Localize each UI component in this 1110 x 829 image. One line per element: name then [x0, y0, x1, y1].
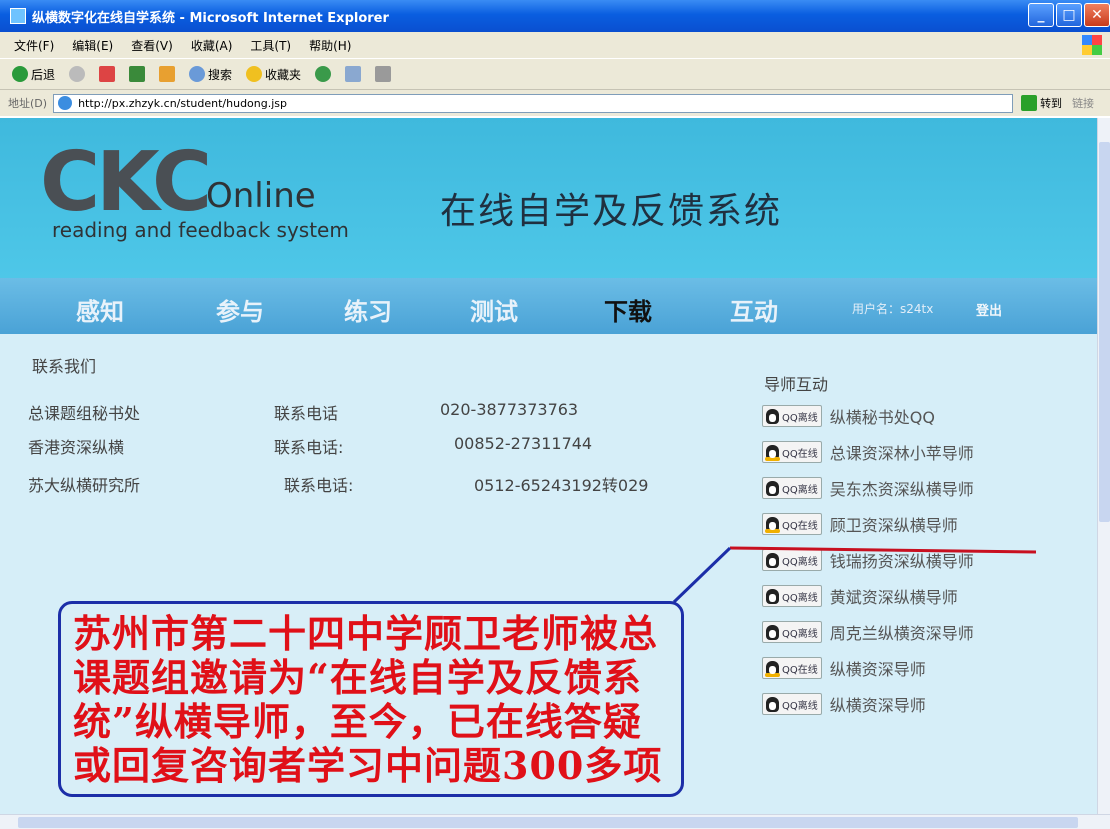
- mail-icon: [345, 66, 362, 82]
- refresh-button[interactable]: [129, 66, 146, 82]
- go-label: 转到: [1040, 97, 1063, 110]
- favorites-label: 收藏夹: [265, 67, 302, 82]
- go-button[interactable]: 转到: [1021, 95, 1062, 111]
- vertical-scroll-thumb[interactable]: [1099, 142, 1110, 522]
- callout-line: 统”纵横导师，至今，已在线答疑: [73, 699, 642, 744]
- home-button[interactable]: [159, 66, 176, 82]
- print-icon: [375, 66, 392, 82]
- back-button[interactable]: 后退: [12, 66, 55, 83]
- forward-arrow-icon: [69, 66, 86, 82]
- ie-app-icon: [10, 8, 26, 24]
- web-page: CKC Online reading and feedback system 在…: [0, 118, 1097, 814]
- callout-line: 课题组邀请为“在线自学及反馈系: [73, 655, 642, 700]
- page-icon: [58, 96, 73, 110]
- media-icon: [315, 66, 332, 82]
- callout-line: 或回复咨询者学习中问题300多项: [73, 743, 663, 788]
- star-icon: [246, 66, 263, 82]
- vertical-scrollbar[interactable]: [1097, 118, 1110, 814]
- address-label: 地址(D): [8, 97, 48, 110]
- tutor-underline: [729, 546, 1037, 554]
- search-button[interactable]: 搜索: [189, 66, 232, 83]
- search-icon: [189, 66, 206, 82]
- favorites-button[interactable]: 收藏夹: [246, 66, 301, 83]
- stop-icon: [99, 66, 116, 82]
- back-label: 后退: [31, 67, 56, 82]
- menu-file[interactable]: 文件(F): [14, 37, 54, 54]
- home-icon: [159, 66, 176, 82]
- search-label: 搜索: [208, 67, 233, 82]
- maximize-button[interactable]: □: [1056, 3, 1082, 27]
- menu-view[interactable]: 查看(V): [131, 37, 173, 54]
- menu-bar: 文件(F) 编辑(E) 查看(V) 收藏(A) 工具(T) 帮助(H): [0, 32, 1110, 58]
- address-input[interactable]: http://px.zhzyk.cn/student/hudong.jsp: [53, 93, 1014, 113]
- address-url: http://px.zhzyk.cn/student/hudong.jsp: [78, 96, 288, 110]
- browser-toolbar: 后退 搜索 收藏夹: [0, 58, 1110, 90]
- menu-tools[interactable]: 工具(T): [250, 37, 291, 54]
- windows-logo-icon: [1082, 35, 1102, 55]
- window-controls: _ □ ✕: [1028, 3, 1110, 27]
- minimize-button[interactable]: _: [1028, 3, 1054, 27]
- media-button[interactable]: [315, 66, 332, 82]
- refresh-icon: [129, 66, 146, 82]
- go-arrow-icon: [1021, 95, 1038, 111]
- window-title: 纵横数字化在线自学系统 - Microsoft Internet Explore…: [32, 10, 389, 26]
- close-button[interactable]: ✕: [1084, 3, 1110, 27]
- menu-edit[interactable]: 编辑(E): [72, 37, 113, 54]
- address-bar: 地址(D) http://px.zhzyk.cn/student/hudong.…: [0, 90, 1110, 116]
- horizontal-scrollbar[interactable]: [0, 814, 1110, 829]
- stop-button[interactable]: [99, 66, 116, 82]
- window-titlebar: 纵横数字化在线自学系统 - Microsoft Internet Explore…: [0, 0, 1110, 32]
- mail-button[interactable]: [345, 66, 362, 82]
- callout-box: 苏州市第二十四中学顾卫老师被总 课题组邀请为“在线自学及反馈系 统”纵横导师，至…: [58, 601, 684, 797]
- pointer-line: [672, 546, 732, 604]
- horizontal-scroll-thumb[interactable]: [18, 817, 1078, 828]
- links-label[interactable]: 链接: [1072, 95, 1094, 111]
- menu-favorites[interactable]: 收藏(A): [191, 37, 233, 54]
- forward-button[interactable]: [69, 66, 86, 82]
- back-arrow-icon: [12, 66, 28, 82]
- menu-help[interactable]: 帮助(H): [309, 37, 351, 54]
- callout-line: 苏州市第二十四中学顾卫老师被总: [73, 611, 659, 656]
- print-button[interactable]: [375, 66, 392, 82]
